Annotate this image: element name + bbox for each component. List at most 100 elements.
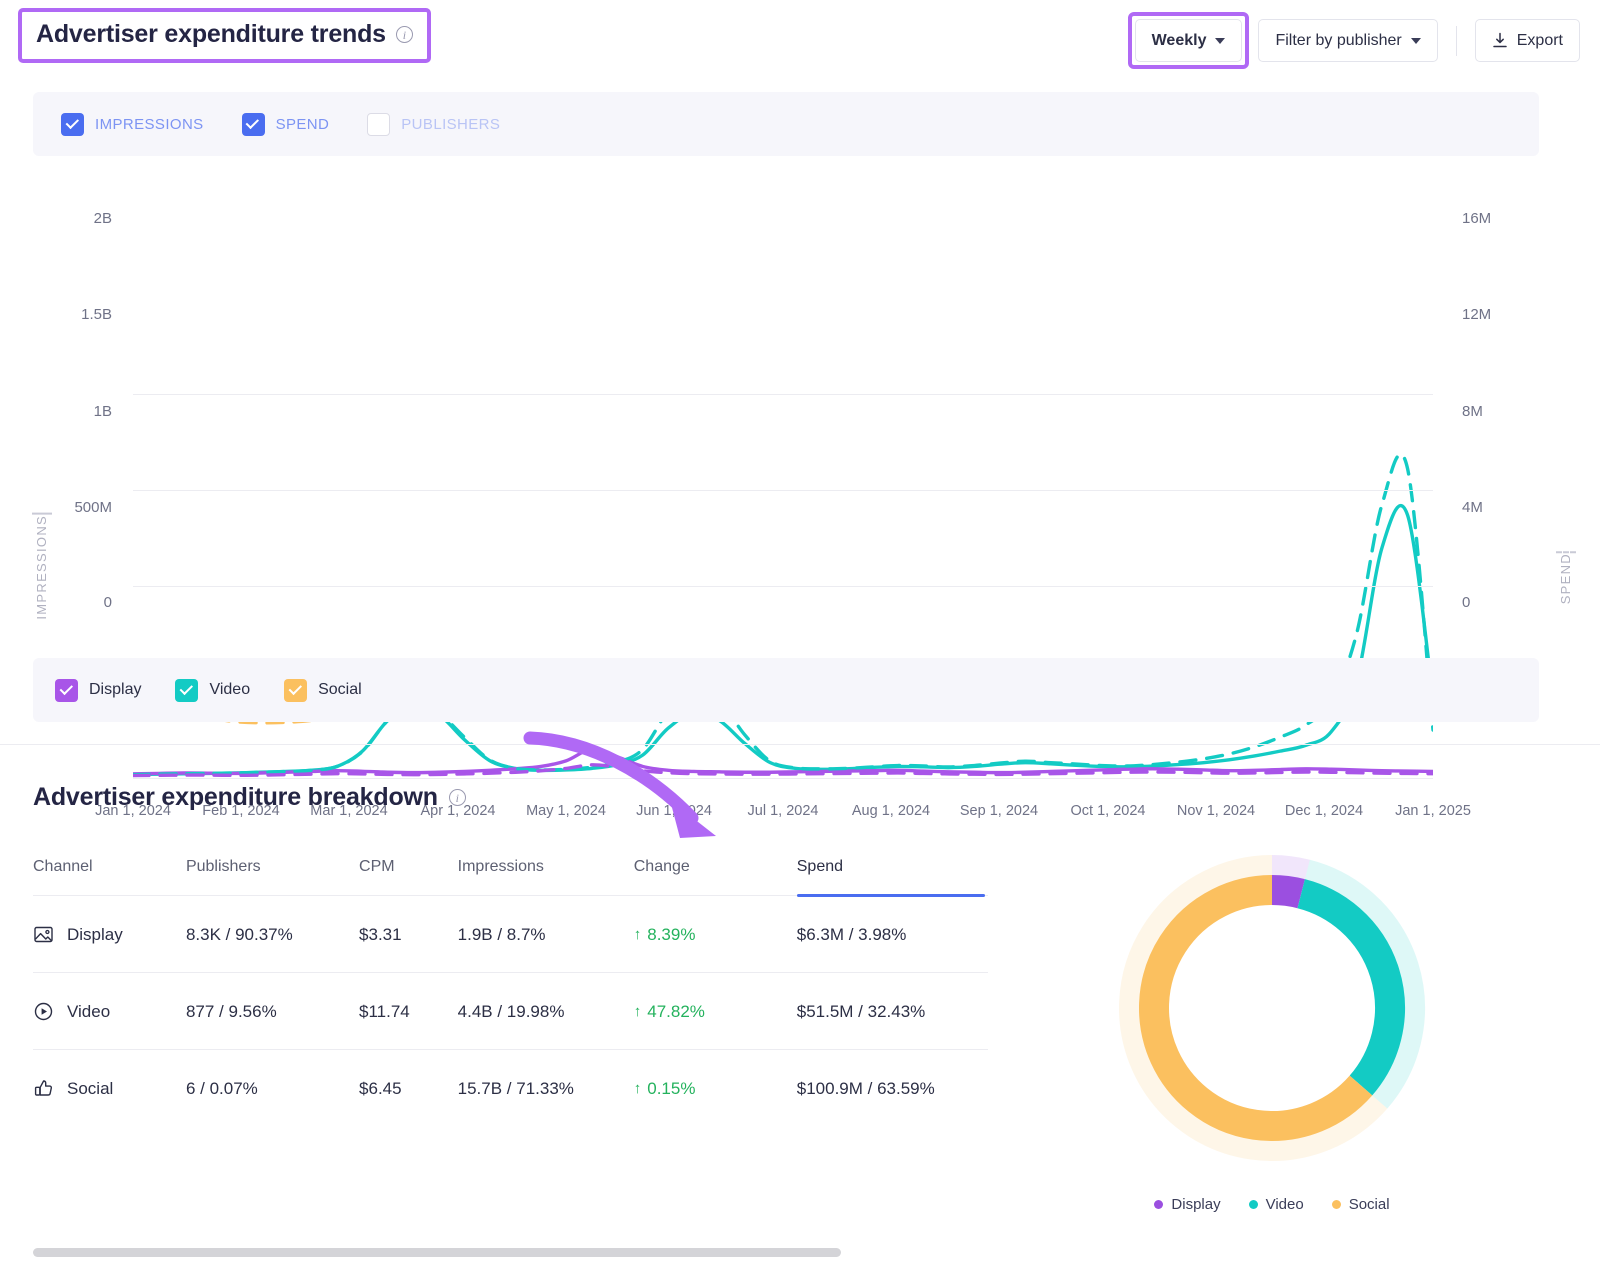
arrow-up-icon: ↑ <box>633 1003 642 1021</box>
y-axis-right-tick: 12M <box>1462 306 1492 323</box>
channel-checkbox-video[interactable]: Video <box>175 678 251 702</box>
cell-publishers: 8.3K / 90.37% <box>185 895 360 973</box>
donut-legend-label: Video <box>1265 1196 1304 1213</box>
y-axis-right-tick: 0 <box>1462 594 1471 611</box>
filter-by-publisher-dropdown[interactable]: Filter by publisher <box>1258 19 1438 62</box>
series-video-impressions <box>131 504 1435 777</box>
donut-segment-social[interactable] <box>1139 875 1373 1141</box>
donut-legend-item-display[interactable]: Display <box>1154 1196 1221 1213</box>
cell-publishers: 877 / 9.56% <box>185 972 360 1050</box>
change-value: 0.15% <box>647 1078 696 1098</box>
table-row[interactable]: Display 8.3K / 90.37% $3.31 1.9B / 8.7% … <box>33 895 988 973</box>
chevron-down-icon <box>1215 37 1226 44</box>
x-axis-tick: Jan 1, 2025 <box>1395 803 1471 819</box>
metric-label-spend: SPEND <box>275 115 330 133</box>
channel-label-display: Display <box>89 681 142 698</box>
metric-checkbox-impressions[interactable]: IMPRESSIONS <box>61 112 204 136</box>
change-value: 8.39% <box>647 924 696 944</box>
info-icon[interactable]: i <box>448 789 466 806</box>
filter-dropdown-label: Filter by publisher <box>1275 31 1402 49</box>
metric-checkbox-spend[interactable]: SPEND <box>241 112 330 136</box>
y-axis-left-tick: 0 <box>103 594 112 611</box>
advertiser-expenditure-page: Advertiser expenditure trends i Weekly F… <box>0 0 1600 1275</box>
info-icon[interactable]: i <box>395 26 413 43</box>
cell-channel: Social <box>67 1078 114 1098</box>
legend-dot-social <box>1331 1200 1341 1209</box>
thumbs-up-icon <box>33 1078 54 1099</box>
image-icon <box>33 924 54 945</box>
checkbox-checked-icon <box>241 112 265 136</box>
x-axis-tick: Nov 1, 2024 <box>1176 803 1256 819</box>
table-row[interactable]: Social 6 / 0.07% $6.45 15.7B / 71.33% ↑ … <box>33 1050 988 1127</box>
channel-checkbox-display[interactable]: Display <box>55 678 142 702</box>
page-title: Advertiser expenditure trends <box>36 20 386 48</box>
y-axis-right-title: SPEND <box>1556 543 1576 604</box>
cell-channel: Display <box>67 924 123 944</box>
legend-dot-display <box>1154 1200 1164 1209</box>
cell-spend: $51.5M / 32.43% <box>796 972 988 1050</box>
cell-impressions: 15.7B / 71.33% <box>457 1078 574 1098</box>
download-icon <box>1492 32 1508 49</box>
section-divider <box>0 744 1600 745</box>
x-axis-tick: Aug 1, 2024 <box>851 803 931 819</box>
channel-label-social: Social <box>318 681 362 698</box>
y-axis-right-tick: 4M <box>1462 499 1483 516</box>
breakdown-header: Advertiser expenditure breakdown i <box>33 783 466 812</box>
channel-checkbox-social[interactable]: Social <box>284 678 362 702</box>
cell-impressions: 4.4B / 19.98% <box>457 972 634 1050</box>
export-button-label: Export <box>1516 31 1563 49</box>
checkbox-checked-icon <box>61 112 84 136</box>
x-axis-tick: May 1, 2024 <box>526 803 606 819</box>
cell-cpm: $3.31 <box>359 895 458 973</box>
divider <box>1455 25 1457 56</box>
column-header-publishers[interactable]: Publishers <box>186 858 359 896</box>
metric-checkbox-publishers[interactable]: PUBLISHERS <box>367 112 500 136</box>
column-header-spend[interactable]: Spend <box>796 858 988 897</box>
export-button[interactable]: Export <box>1474 19 1580 62</box>
breakdown-table: Channel Publishers CPM Impressions Chang… <box>33 858 988 1126</box>
horizontal-scrollbar[interactable] <box>33 1248 841 1257</box>
checkbox-unchecked-icon <box>367 112 391 136</box>
donut-legend-label: Display <box>1171 1196 1221 1213</box>
checkbox-checked-icon <box>284 678 308 702</box>
column-header-channel[interactable]: Channel <box>33 858 186 896</box>
donut-legend-item-social[interactable]: Social <box>1331 1196 1390 1213</box>
cell-spend: $6.3M / 3.98% <box>796 895 988 973</box>
x-axis-tick: Jul 1, 2024 <box>747 803 819 819</box>
legend-dot-video <box>1248 1200 1258 1209</box>
donut-legend-item-video[interactable]: Video <box>1248 1196 1304 1213</box>
x-axis-tick: Sep 1, 2024 <box>959 803 1039 819</box>
column-header-cpm[interactable]: CPM <box>359 858 458 896</box>
cell-spend: $100.9M / 63.59% <box>796 1078 935 1098</box>
chevron-down-icon <box>1410 37 1421 44</box>
table-row[interactable]: Video 877 / 9.56% $11.74 4.4B / 19.98% ↑… <box>33 972 988 1050</box>
checkbox-checked-icon <box>175 678 199 702</box>
y-axis-left-tick: 1B <box>93 403 112 420</box>
series-video-spend <box>131 452 1435 777</box>
cell-publishers: 6 / 0.07% <box>185 1078 258 1098</box>
cell-impressions: 1.9B / 8.7% <box>457 895 634 973</box>
metric-toggle-bar: IMPRESSIONS SPEND PUBLISHERS <box>33 92 1539 156</box>
change-value: 47.82% <box>647 1001 705 1021</box>
checkbox-checked-icon <box>55 678 78 702</box>
play-circle-icon <box>33 1001 54 1022</box>
donut-glow-display[interactable] <box>1271 854 1310 886</box>
y-axis-right-tick: 8M <box>1462 403 1483 420</box>
y-axis-left-tick: 2B <box>93 210 112 227</box>
channel-label-video: Video <box>209 681 251 698</box>
cell-cpm: $6.45 <box>359 1078 402 1098</box>
metric-label-impressions: IMPRESSIONS <box>95 115 204 133</box>
column-header-change[interactable]: Change <box>634 858 797 896</box>
x-axis-tick: Oct 1, 2024 <box>1070 803 1146 819</box>
column-header-impressions[interactable]: Impressions <box>458 858 634 896</box>
period-dropdown[interactable]: Weekly <box>1134 19 1243 62</box>
trends-title-highlight: Advertiser expenditure trends i <box>18 8 431 63</box>
cell-cpm: $11.74 <box>359 972 458 1050</box>
donut-legend: Display Video Social <box>1112 1196 1432 1213</box>
table-header-row: Channel Publishers CPM Impressions Chang… <box>33 858 988 897</box>
cell-change: ↑ 8.39% <box>634 925 696 945</box>
donut-segment-display[interactable] <box>1271 875 1305 909</box>
y-axis-left-tick: 500M <box>74 499 112 516</box>
weekly-highlight-box: Weekly <box>1127 12 1250 69</box>
channel-legend: Display Video Social <box>33 658 1539 722</box>
